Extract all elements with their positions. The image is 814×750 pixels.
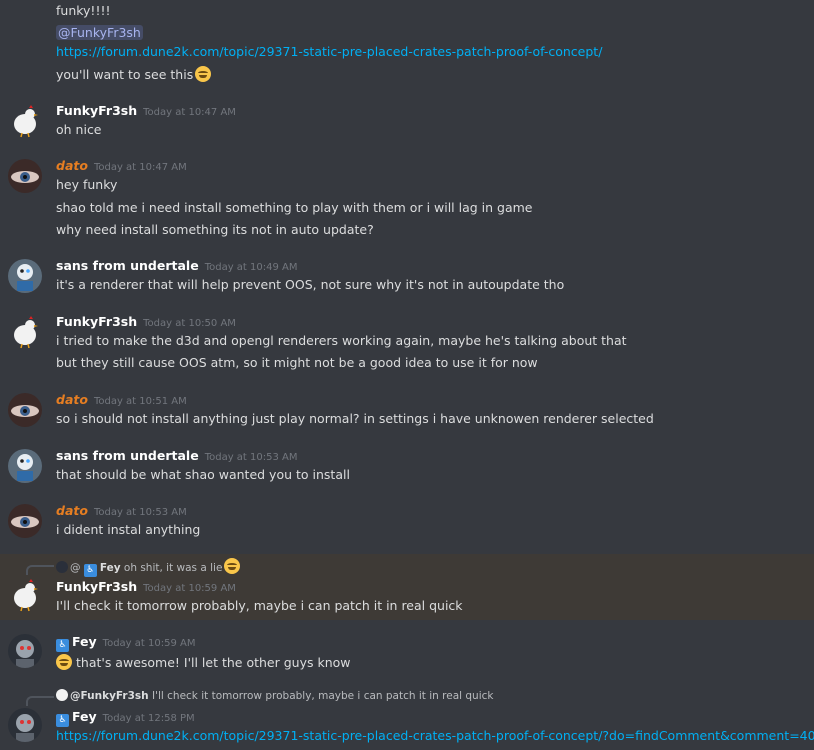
timestamp: Today at 10:53 AM (93, 507, 187, 518)
message-text: you'll want to see this (56, 67, 194, 82)
link-line: https://forum.dune2k.com/topic/29371-sta… (56, 44, 602, 59)
username[interactable]: FunkyFr3sh (56, 103, 137, 118)
grin-emoji-icon (195, 66, 212, 82)
username[interactable]: dato (56, 392, 88, 407)
message-header: FunkyFr3sh Today at 10:59 AM (56, 579, 236, 594)
link-line: https://forum.dune2k.com/topic/29371-sta… (56, 728, 814, 743)
message-text: that should be what shao wanted you to i… (56, 467, 350, 482)
message-text-line: that's awesome! I'll let the other guys … (56, 654, 351, 670)
accessibility-icon: ♿ (56, 639, 69, 652)
forum-comment-link[interactable]: https://forum.dune2k.com/topic/29371-sta… (56, 728, 814, 743)
robot-avatar-icon[interactable] (8, 634, 42, 668)
grin-emoji-icon (56, 654, 72, 670)
timestamp: Today at 10:59 AM (102, 638, 196, 649)
accessibility-icon: ♿ (83, 564, 97, 577)
username[interactable]: Fey (72, 709, 97, 724)
message-header: sans from undertale Today at 10:53 AM (56, 448, 298, 463)
message-header: dato Today at 10:53 AM (56, 503, 187, 518)
skeleton-avatar-icon[interactable] (8, 449, 42, 483)
mention-line: @FunkyFr3sh (56, 25, 143, 40)
reply-spine (26, 696, 54, 706)
robot-avatar-icon[interactable] (8, 708, 42, 742)
message-header: ♿ Fey Today at 12:58 PM (56, 709, 195, 727)
message-text: i dident instal anything (56, 522, 201, 537)
mini-chicken-avatar-icon (56, 689, 68, 701)
reply-text: oh shit, it was a lie (123, 562, 223, 574)
chicken-avatar-icon[interactable] (8, 315, 42, 349)
message-header: FunkyFr3sh Today at 10:47 AM (56, 103, 236, 118)
username[interactable]: sans from undertale (56, 258, 199, 273)
message-text: i tried to make the d3d and opengl rende… (56, 333, 627, 348)
message-text: so i should not install anything just pl… (56, 411, 654, 426)
message-header: sans from undertale Today at 10:49 AM (56, 258, 298, 273)
timestamp: Today at 10:50 AM (143, 318, 236, 329)
message-header: FunkyFr3sh Today at 10:50 AM (56, 314, 236, 329)
message-header: dato Today at 10:51 AM (56, 392, 187, 407)
reply-at: @ (70, 562, 81, 574)
message-text: it's a renderer that will help prevent O… (56, 277, 565, 292)
mini-avatar-icon (56, 561, 68, 573)
message-text: that's awesome! I'll let the other guys … (76, 655, 351, 670)
username[interactable]: dato (56, 158, 88, 173)
message-header: ♿ Fey Today at 10:59 AM (56, 634, 195, 652)
username[interactable]: FunkyFr3sh (56, 579, 137, 594)
message-text: why need install something its not in au… (56, 222, 374, 237)
chicken-avatar-icon[interactable] (8, 578, 42, 612)
message-text: oh nice (56, 122, 102, 137)
reply-preview[interactable]: @ ♿ Fey oh shit, it was a lie (56, 558, 241, 577)
timestamp: Today at 10:49 AM (204, 262, 298, 273)
reply-text: I'll check it tomorrow probably, maybe i… (151, 690, 494, 702)
username[interactable]: FunkyFr3sh (56, 314, 137, 329)
message-text: but they still cause OOS atm, so it migh… (56, 355, 538, 370)
username[interactable]: dato (56, 503, 88, 518)
timestamp: Today at 10:59 AM (143, 583, 236, 594)
reply-preview[interactable]: @FunkyFr3sh I'll check it tomorrow proba… (56, 689, 493, 702)
timestamp: Today at 10:53 AM (204, 452, 298, 463)
eye-avatar-icon[interactable] (8, 159, 42, 193)
reply-username: Fey (99, 562, 121, 574)
user-mention[interactable]: @FunkyFr3sh (56, 25, 143, 40)
message-text: shao told me i need install something to… (56, 200, 533, 215)
message-text: hey funky (56, 177, 118, 192)
timestamp: Today at 10:47 AM (93, 162, 187, 173)
timestamp: Today at 10:47 AM (143, 107, 236, 118)
username[interactable]: sans from undertale (56, 448, 199, 463)
eye-avatar-icon[interactable] (8, 504, 42, 538)
message-header: dato Today at 10:47 AM (56, 158, 187, 173)
grin-emoji-icon (224, 558, 241, 574)
timestamp: Today at 12:58 PM (102, 713, 195, 724)
message-text: funky!!!! (56, 3, 111, 18)
forum-link[interactable]: https://forum.dune2k.com/topic/29371-sta… (56, 44, 602, 59)
timestamp: Today at 10:51 AM (93, 396, 187, 407)
eye-avatar-icon[interactable] (8, 393, 42, 427)
reply-spine (26, 565, 54, 575)
reply-username: @FunkyFr3sh (70, 690, 149, 702)
message-text: I'll check it tomorrow probably, maybe i… (56, 598, 463, 613)
accessibility-icon: ♿ (56, 714, 69, 727)
message-text-line: you'll want to see this (56, 66, 212, 82)
chicken-avatar-icon[interactable] (8, 104, 42, 138)
username[interactable]: Fey (72, 634, 97, 649)
skeleton-avatar-icon[interactable] (8, 259, 42, 293)
